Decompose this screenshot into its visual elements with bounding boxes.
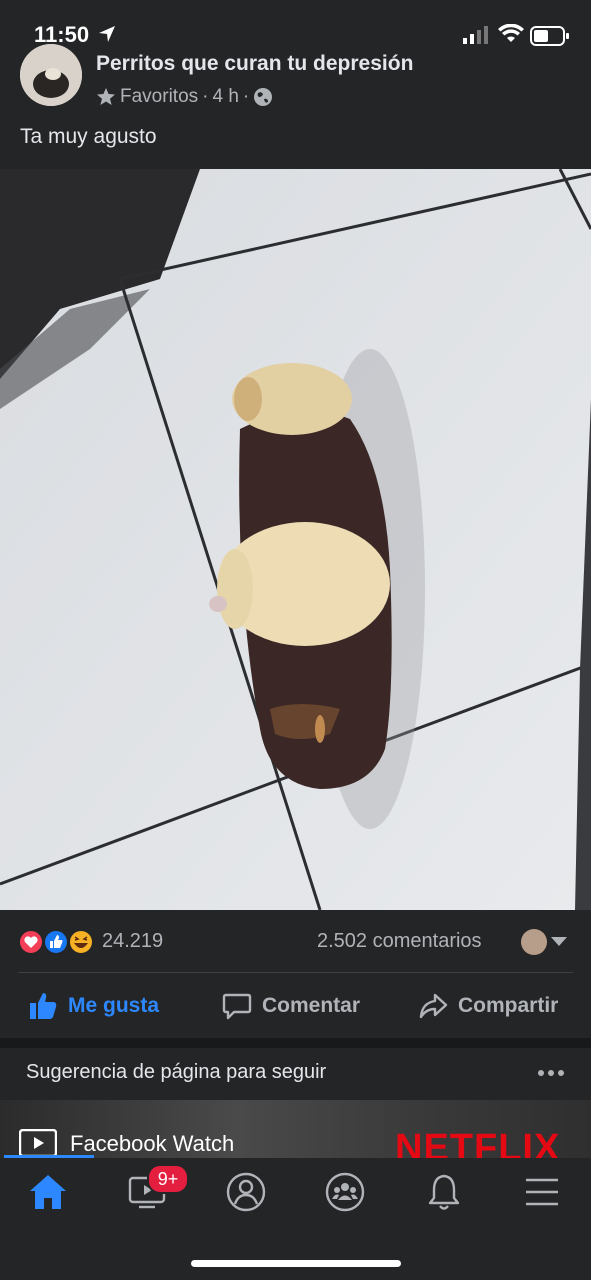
cellular-signal-icon [463,26,488,44]
comments-count[interactable]: 2.502 comentarios [317,930,482,953]
feed-separator [0,1038,591,1048]
chevron-down-icon[interactable] [551,937,567,946]
share-button[interactable]: Compartir [418,986,558,1026]
page-avatar[interactable] [20,44,82,106]
tab-home[interactable] [24,1168,72,1216]
post-meta: Favoritos · 4 h · [96,86,273,108]
tab-notifications[interactable] [420,1168,468,1216]
thumbs-up-icon [30,993,57,1019]
home-indicator[interactable] [191,1260,401,1267]
menu-icon [526,1178,558,1206]
more-options-icon[interactable] [538,1070,564,1076]
suggestion-title: Sugerencia de página para seguir [26,1061,327,1083]
tab-groups[interactable] [321,1168,369,1216]
profile-icon [226,1172,266,1212]
post-text: Ta muy agusto [20,125,157,148]
groups-icon [325,1172,365,1212]
love-reaction-icon [18,929,44,955]
share-icon [419,993,448,1019]
tab-menu[interactable] [518,1168,566,1216]
commenter-avatar[interactable] [521,929,547,955]
divider [18,972,573,973]
wifi-icon [498,24,524,42]
comment-icon [222,993,252,1020]
meta-separator: · [202,86,209,107]
haha-reaction-icon [68,929,94,955]
notification-badge: 9+ [147,1164,189,1194]
battery-icon [530,26,569,46]
suggested-page-name[interactable]: Facebook Watch [70,1131,234,1157]
avatar-image [20,44,82,106]
comment-button[interactable]: Comentar [222,986,360,1026]
like-button[interactable]: Me gusta [28,986,159,1026]
post-time[interactable]: 4 h [212,86,238,108]
like-label: Me gusta [68,994,160,1017]
post-photo[interactable] [0,169,591,910]
location-arrow-icon [99,26,115,42]
reaction-count[interactable]: 24.219 [102,930,163,953]
share-label: Compartir [458,994,559,1017]
home-icon [30,1175,66,1209]
reaction-icons[interactable] [18,928,98,956]
notifications-icon [428,1174,460,1210]
comment-label: Comentar [262,994,361,1017]
star-icon [97,88,115,105]
tab-profile[interactable] [222,1168,270,1216]
meta-separator: · [242,86,250,107]
globe-icon [254,88,273,106]
audience-label[interactable]: Favoritos [120,86,198,108]
play-icon [19,1129,57,1157]
page-name[interactable]: Perritos que curan tu depresión [96,52,413,76]
puppy-on-slipper-image [0,169,591,910]
like-reaction-icon [43,929,69,955]
